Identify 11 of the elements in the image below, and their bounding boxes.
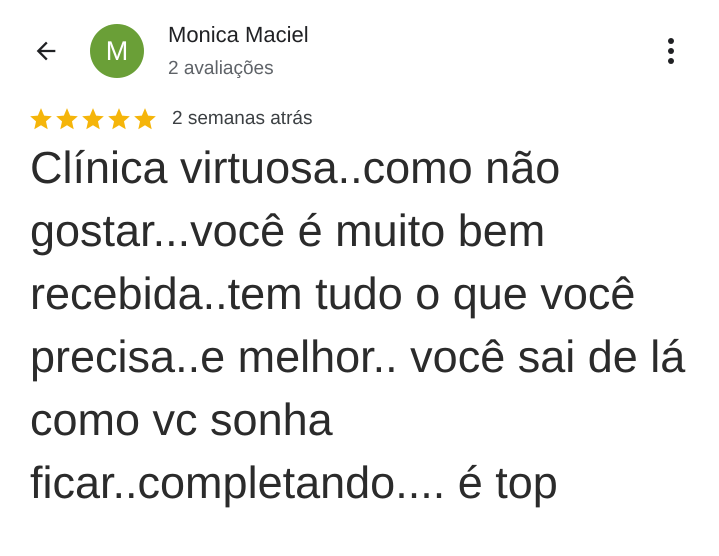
avatar: M bbox=[90, 24, 144, 78]
star-icon bbox=[80, 106, 106, 132]
review-text: Clínica virtuosa..como não gostar...você é muito bem recebida..tem tudo o que você precisa..e melhor.. você sai de lá como vc sonha ficar..completando.... é top bbox=[30, 141, 686, 510]
star-icon bbox=[132, 106, 158, 132]
star-icon bbox=[54, 106, 80, 132]
more-options-icon[interactable] bbox=[667, 37, 675, 65]
reviewer-name: Monica Maciel bbox=[168, 22, 310, 48]
review-count: 2 avaliações bbox=[168, 58, 275, 80]
review-date: 2 semanas atrás bbox=[172, 108, 312, 130]
star-icon bbox=[106, 106, 132, 132]
star-icon bbox=[28, 106, 54, 132]
